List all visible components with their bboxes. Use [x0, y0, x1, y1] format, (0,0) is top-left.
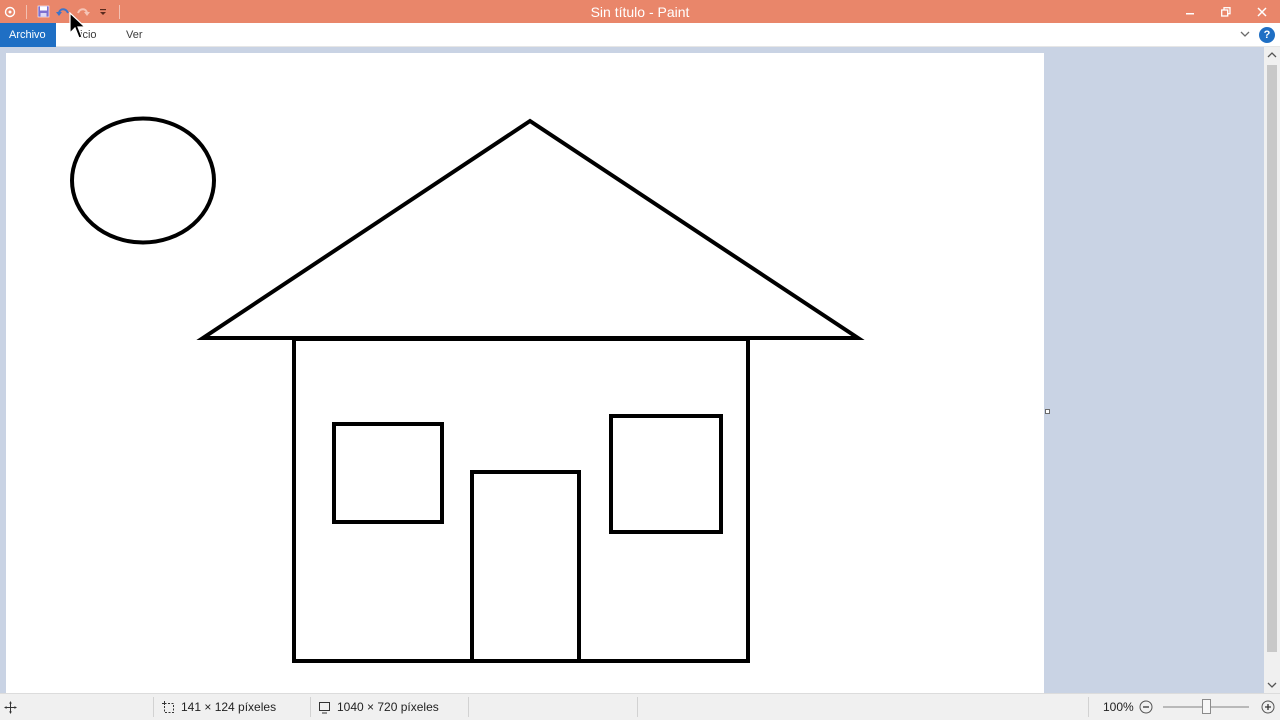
tab-ver[interactable]: Ver — [118, 23, 151, 47]
zoom-level: 100% — [1103, 700, 1134, 714]
drawing-canvas[interactable] — [6, 53, 1044, 693]
zoom-slider-thumb[interactable] — [1202, 699, 1211, 714]
status-separator — [310, 697, 311, 717]
canvas-workspace — [0, 47, 1264, 693]
left-window — [332, 422, 444, 524]
image-size: 1040 × 720 píxeles — [318, 694, 439, 720]
house-wall — [292, 337, 750, 663]
mouse-cursor-icon — [69, 12, 87, 39]
status-bar: 141 × 124 píxeles 1040 × 720 píxeles 100… — [0, 693, 1280, 720]
window-controls — [1172, 0, 1280, 23]
selection-size-icon — [162, 700, 174, 713]
image-size-icon — [319, 701, 330, 713]
canvas-resize-handle[interactable] — [1045, 409, 1050, 414]
zoom-out-icon[interactable] — [1139, 700, 1153, 714]
window-title: Sin título - Paint — [590, 4, 690, 20]
door — [470, 470, 581, 663]
sun-ellipse — [70, 116, 216, 245]
scrollbar-thumb[interactable] — [1267, 65, 1277, 652]
status-separator — [153, 697, 154, 717]
tab-archivo[interactable]: Archivo — [0, 23, 56, 47]
cursor-position-icon — [4, 701, 17, 713]
ribbon-tab-bar: Archivo icio Ver — [0, 23, 1280, 47]
right-window — [609, 414, 723, 534]
status-separator — [637, 697, 638, 717]
scroll-up-icon[interactable] — [1264, 47, 1280, 63]
house-drawing — [70, 116, 865, 663]
roof-triangle — [196, 118, 865, 340]
image-size-text: 1040 × 720 píxeles — [337, 700, 439, 714]
help-icon[interactable]: ? — [1259, 27, 1275, 43]
restore-icon[interactable] — [1208, 0, 1244, 23]
scroll-down-icon[interactable] — [1264, 677, 1280, 693]
status-separator — [1088, 697, 1089, 717]
close-icon[interactable] — [1244, 0, 1280, 23]
collapse-ribbon-icon[interactable] — [1238, 27, 1252, 41]
title-bar: Sin título - Paint — [0, 0, 1280, 23]
minimize-icon[interactable] — [1172, 0, 1208, 23]
selection-size-text: 141 × 124 píxeles — [181, 700, 277, 714]
vertical-scrollbar[interactable] — [1264, 47, 1280, 693]
selection-size: 141 × 124 píxeles — [162, 694, 276, 720]
zoom-in-icon[interactable] — [1261, 700, 1275, 714]
cursor-position — [4, 694, 17, 720]
status-separator — [468, 697, 469, 717]
